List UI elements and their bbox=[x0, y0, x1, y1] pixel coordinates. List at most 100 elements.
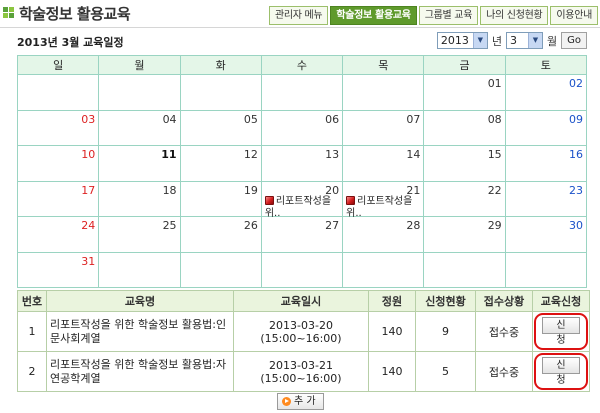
calendar-day-cell[interactable]: 08 bbox=[423, 109, 506, 146]
apply-button[interactable]: 신청 bbox=[542, 317, 580, 346]
calendar-day-cell[interactable]: 01 bbox=[423, 74, 506, 111]
calendar-day-cell[interactable]: 14 bbox=[342, 145, 425, 182]
highlight-circle: 신청 bbox=[534, 313, 588, 350]
day-number: 28 bbox=[406, 219, 421, 232]
calendar-day-cell[interactable]: 13 bbox=[260, 145, 344, 182]
calendar-day-cell[interactable]: 24 bbox=[16, 216, 100, 253]
year-select[interactable]: 2013 ▼ bbox=[436, 32, 488, 49]
day-number: 24 bbox=[81, 219, 96, 232]
table-row: 2 리포트작성을 위한 학술정보 활용법:자연공학계열 2013-03-21 (… bbox=[17, 351, 590, 392]
calendar-day-cell[interactable]: 02 bbox=[504, 74, 588, 111]
add-button[interactable]: 추 가 bbox=[277, 393, 324, 410]
calendar-day-cell[interactable]: 30 bbox=[504, 216, 588, 253]
education-header-row: 번호 교육명 교육일시 정원 신청현황 접수상황 교육신청 bbox=[17, 290, 590, 312]
day-number: 14 bbox=[406, 148, 421, 161]
calendar-week-row: 17 18 19 20 리포트작성을 위.. 21 리포트작성을 위.. 22 23 bbox=[16, 180, 588, 219]
calendar-day-cell[interactable]: 26 bbox=[179, 216, 262, 253]
table-row: 1 리포트작성을 위한 학술정보 활용법:인문사회계열 2013-03-20 (… bbox=[17, 311, 590, 352]
day-number: 04 bbox=[162, 112, 177, 126]
day-number: 05 bbox=[243, 112, 258, 126]
col-course-name: 교육명 bbox=[46, 290, 234, 312]
event-label: 리포트작성을 위.. bbox=[264, 195, 332, 219]
calendar-day-cell[interactable]: 27 bbox=[260, 216, 344, 253]
year-value: 2013 bbox=[440, 34, 469, 47]
calendar-body: 01 02 03 04 05 06 07 08 09 10 11 12 13 14 15 16 17 18 19 20… bbox=[16, 74, 588, 288]
calendar-week-row: 10 11 12 13 14 15 16 bbox=[16, 145, 588, 182]
calendar-day-cell[interactable]: 07 bbox=[342, 109, 425, 146]
calendar-day-cell[interactable]: 10 bbox=[16, 145, 100, 182]
calendar-day-cell[interactable]: 21 리포트작성을 위.. bbox=[342, 180, 425, 219]
calendar-controls: 2013 ▼ 년 3 ▼ 월 Go bbox=[436, 32, 587, 49]
calendar-day-cell[interactable]: 11 bbox=[98, 145, 181, 182]
calendar-day-cell[interactable]: 28 bbox=[342, 216, 425, 253]
course-datetime: 2013-03-20 (15:00~16:00) bbox=[233, 311, 369, 352]
day-number: 23 bbox=[569, 183, 583, 197]
calendar-day-cell[interactable]: 09 bbox=[504, 109, 588, 146]
day-number: 26 bbox=[243, 219, 258, 232]
education-table: 번호 교육명 교육일시 정원 신청현황 접수상황 교육신청 1 리포트작성을 위… bbox=[17, 290, 590, 392]
calendar-day-cell[interactable]: 17 bbox=[16, 180, 100, 217]
day-number: 03 bbox=[81, 112, 96, 126]
day-number: 13 bbox=[325, 148, 340, 161]
day-number: 06 bbox=[325, 112, 340, 126]
calendar-week-row: 31 bbox=[16, 251, 588, 288]
year-suffix: 년 bbox=[491, 34, 502, 48]
calendar-day-cell[interactable]: 31 bbox=[16, 251, 100, 288]
month-suffix: 월 bbox=[547, 34, 558, 48]
calendar-day-cell[interactable]: 29 bbox=[423, 216, 506, 253]
calendar-day-cell[interactable]: 18 bbox=[98, 180, 181, 217]
tab-group-education[interactable]: 그룹별 교육 bbox=[418, 6, 479, 25]
col-number: 번호 bbox=[17, 290, 47, 312]
calendar-day-cell[interactable]: 03 bbox=[16, 109, 100, 146]
course-status: 접수중 bbox=[475, 351, 533, 392]
calendar-empty-cell bbox=[342, 74, 425, 111]
event-label: 리포트작성을 위.. bbox=[346, 195, 413, 219]
col-capacity: 정원 bbox=[368, 290, 416, 312]
day-number: 18 bbox=[162, 183, 177, 197]
weekday-tue: 화 bbox=[179, 55, 262, 75]
arrow-circle-icon bbox=[282, 397, 291, 406]
apply-cell: 신청 bbox=[532, 351, 590, 392]
add-button-label: 추 가 bbox=[294, 396, 316, 407]
calendar-empty-cell bbox=[260, 74, 344, 111]
tab-my-applications[interactable]: 나의 신청현황 bbox=[480, 6, 549, 25]
tab-usage-guide[interactable]: 이용안내 bbox=[550, 6, 598, 25]
tab-admin-menu[interactable]: 관리자 메뉴 bbox=[268, 6, 329, 25]
go-button[interactable]: Go bbox=[561, 32, 587, 49]
apply-button[interactable]: 신청 bbox=[542, 357, 580, 386]
weekday-sun: 일 bbox=[16, 55, 100, 75]
calendar-day-cell[interactable]: 05 bbox=[179, 109, 262, 146]
course-capacity: 140 bbox=[368, 311, 416, 352]
calendar-day-cell[interactable]: 06 bbox=[260, 109, 344, 146]
month-select[interactable]: 3 ▼ bbox=[506, 32, 543, 49]
course-name: 리포트작성을 위한 학술정보 활용법:인문사회계열 bbox=[46, 311, 234, 352]
tab-academic-info-education[interactable]: 학술정보 활용교육 bbox=[330, 6, 417, 25]
day-number: 25 bbox=[162, 219, 177, 232]
calendar-empty-cell bbox=[504, 251, 588, 288]
calendar-day-cell[interactable]: 19 bbox=[179, 180, 262, 217]
course-name: 리포트작성을 위한 학술정보 활용법:자연공학계열 bbox=[46, 351, 234, 392]
calendar-day-cell[interactable]: 20 리포트작성을 위.. bbox=[260, 180, 344, 219]
col-apply: 교육신청 bbox=[532, 290, 590, 312]
day-number: 22 bbox=[487, 183, 502, 197]
weekday-wed: 수 bbox=[260, 55, 344, 75]
day-number: 27 bbox=[325, 219, 340, 232]
calendar-week-row: 24 25 26 27 28 29 30 bbox=[16, 216, 588, 253]
calendar-day-cell[interactable]: 15 bbox=[423, 145, 506, 182]
course-capacity: 140 bbox=[368, 351, 416, 392]
calendar-day-cell[interactable]: 04 bbox=[98, 109, 181, 146]
day-number: 07 bbox=[406, 112, 421, 126]
day-number: 31 bbox=[81, 254, 96, 268]
calendar-day-cell[interactable]: 25 bbox=[98, 216, 181, 253]
day-number: 30 bbox=[569, 219, 583, 232]
calendar-day-cell[interactable]: 22 bbox=[423, 180, 506, 217]
calendar-empty-cell bbox=[179, 74, 262, 111]
calendar-day-cell[interactable]: 16 bbox=[504, 145, 588, 182]
day-number: 29 bbox=[487, 219, 502, 232]
weekday-header-row: 일 월 화 수 목 금 토 bbox=[16, 55, 588, 75]
calendar-day-cell[interactable]: 23 bbox=[504, 180, 588, 217]
day-number: 17 bbox=[81, 183, 96, 197]
calendar-day-cell[interactable]: 12 bbox=[179, 145, 262, 182]
calendar-week-row: 03 04 05 06 07 08 09 bbox=[16, 109, 588, 146]
day-number: 19 bbox=[243, 183, 258, 197]
